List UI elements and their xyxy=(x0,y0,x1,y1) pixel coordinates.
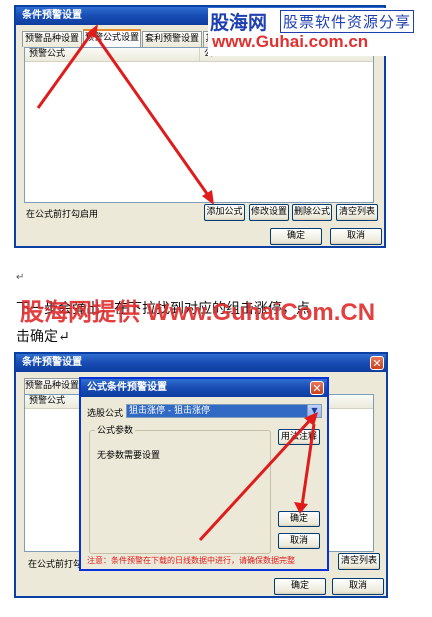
arrow-to-dropdown xyxy=(198,416,314,542)
arrow-to-ok xyxy=(300,423,316,507)
bottom-arrows xyxy=(198,412,318,542)
arrowhead-ok xyxy=(294,502,308,514)
